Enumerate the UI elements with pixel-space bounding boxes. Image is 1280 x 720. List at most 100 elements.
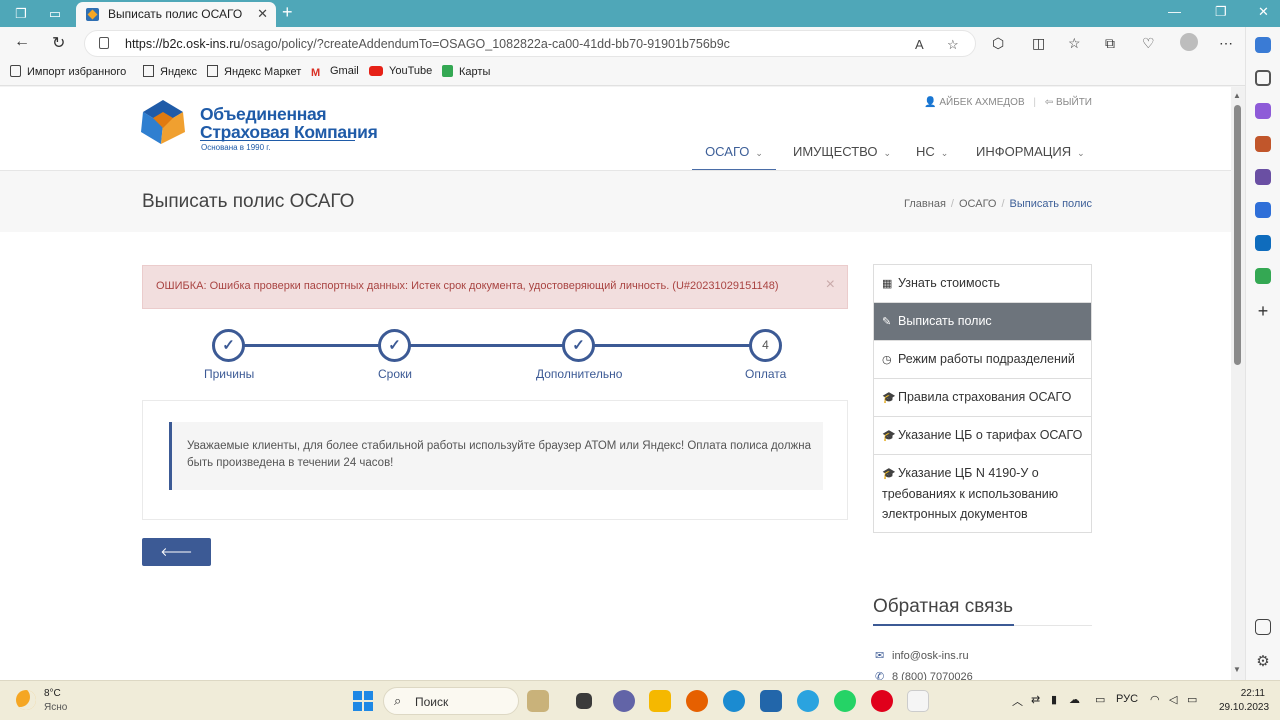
company-logo[interactable]: Объединенная Страховая Компания Основана…	[137, 96, 378, 156]
bookmark-yandex[interactable]: Яндекс	[143, 65, 197, 78]
start-button[interactable]	[353, 691, 373, 711]
weather-temp[interactable]: 8°C	[44, 688, 61, 699]
itunes-icon[interactable]	[907, 690, 929, 712]
wifi-icon[interactable]: ◠	[1150, 693, 1160, 706]
copilot-icon[interactable]	[1255, 37, 1271, 53]
tray-stats-icon[interactable]: ▮	[1051, 693, 1057, 706]
language-indicator[interactable]: РУС	[1116, 693, 1138, 705]
whatsapp-icon[interactable]	[834, 690, 856, 712]
step-2-check-icon[interactable]: ✓	[378, 329, 411, 362]
games-icon[interactable]	[1255, 169, 1271, 185]
tray-overflow-icon[interactable]: ︿	[1012, 693, 1023, 709]
close-window-icon[interactable]: ✕	[1258, 4, 1269, 20]
new-tab-icon[interactable]: +	[282, 2, 293, 23]
tab-close-icon[interactable]: ✕	[257, 6, 268, 22]
sidemenu-item-hours[interactable]: ◷ Режим работы подразделений	[874, 341, 1091, 379]
taskbar-search[interactable]: ⌕ Поиск	[383, 687, 519, 715]
collections-icon[interactable]: ⧉	[1105, 35, 1115, 52]
chevron-down-icon: ⌄	[940, 148, 949, 158]
breadcrumb-home[interactable]: Главная	[904, 198, 946, 210]
chat-app-icon[interactable]	[613, 690, 635, 712]
extensions-icon[interactable]: ⬡	[992, 35, 1004, 52]
nav-osago[interactable]: ОСАГО ⌄	[692, 133, 776, 171]
widgets-app-icon[interactable]	[527, 690, 549, 712]
step-4-number[interactable]: 4	[749, 329, 782, 362]
scroll-down-icon[interactable]: ▼	[1233, 665, 1241, 674]
maximize-icon[interactable]: ❐	[1215, 4, 1227, 20]
favorites-icon[interactable]: ☆	[1068, 35, 1081, 52]
task-view-icon[interactable]	[576, 693, 592, 709]
browser-essentials-icon[interactable]: ♡	[1142, 35, 1155, 52]
profile-avatar[interactable]	[1180, 33, 1198, 51]
bookmark-youtube[interactable]: YouTube	[369, 65, 432, 77]
clock-time: 22:11	[1240, 688, 1265, 699]
settings-icon[interactable]: ⚙	[1255, 654, 1271, 670]
edge-icon[interactable]	[723, 690, 745, 712]
tab-actions-icon[interactable]: ▭	[46, 5, 64, 23]
tab-title: Выписать полис ОСАГО	[108, 7, 243, 21]
tray-app-icon[interactable]: ⇄	[1031, 693, 1040, 706]
step-3-check-icon[interactable]: ✓	[562, 329, 595, 362]
back-button[interactable]: 🡐 Назад	[142, 538, 211, 587]
nav-ns[interactable]: НС ⌄	[916, 133, 948, 171]
step-1-check-icon[interactable]: ✓	[212, 329, 245, 362]
m365-icon[interactable]	[1255, 202, 1271, 218]
favorite-star-icon[interactable]: ☆	[947, 37, 959, 53]
nav-info[interactable]: ИНФОРМАЦИЯ ⌄	[976, 133, 1085, 171]
page-scrollbar[interactable]: ▲ ▼	[1231, 87, 1245, 680]
step-4-label: Оплата	[745, 367, 787, 381]
minimize-icon[interactable]: —	[1168, 4, 1181, 19]
split-screen-icon[interactable]: ◫	[1032, 35, 1045, 52]
outlook-icon[interactable]	[1255, 235, 1271, 251]
alert-close-icon[interactable]: ×	[826, 276, 835, 294]
breadcrumb-osago[interactable]: ОСАГО	[959, 198, 997, 210]
logout-link[interactable]: ВЫЙТИ	[1056, 97, 1092, 108]
taskbar: 8°C Ясно ⌕ Поиск ︿ ⇄ ▮ ☁ ▭ РУС ◠ ◁ ▭ 22:…	[0, 680, 1280, 720]
add-sidebar-app-icon[interactable]: +	[1255, 302, 1271, 320]
contact-phone[interactable]: ✆ 8 (800) 7070026	[875, 670, 973, 680]
file-explorer-icon[interactable]	[649, 690, 671, 712]
tab-active[interactable]: Выписать полис ОСАГО ✕	[76, 2, 276, 27]
bookmark-yandex-market[interactable]: Яндекс Маркет	[207, 65, 301, 78]
hide-sidebar-icon[interactable]	[1255, 619, 1271, 635]
telegram-icon[interactable]	[797, 690, 819, 712]
scroll-up-icon[interactable]: ▲	[1233, 91, 1241, 100]
display-icon[interactable]: ▭	[1095, 693, 1105, 706]
bookmark-maps[interactable]: Карты	[442, 65, 490, 78]
drop-icon[interactable]	[1255, 268, 1271, 284]
more-menu-icon[interactable]: ⋯	[1219, 35, 1233, 52]
tools-icon[interactable]	[1255, 136, 1271, 152]
user-icon: 👤	[924, 97, 937, 108]
sidemenu-item-edocs[interactable]: 🎓 Указание ЦБ N 4190-У о требованиях к ис…	[874, 455, 1091, 532]
user-name-link[interactable]: АЙБЕК АХМЕДОВ	[939, 97, 1024, 108]
sidemenu-item-rules[interactable]: 🎓 Правила страхования ОСАГО	[874, 379, 1091, 417]
bookmark-gmail[interactable]: M Gmail	[311, 65, 359, 79]
info-callout: Уважаемые клиенты, для более стабильной …	[169, 422, 823, 490]
moon-icon[interactable]	[16, 690, 36, 710]
sidemenu-item-price[interactable]: ▦ Узнать стоимость	[874, 265, 1091, 303]
battery-icon[interactable]: ▭	[1187, 693, 1197, 706]
search-sidebar-icon[interactable]	[1255, 70, 1271, 86]
workspaces-icon[interactable]: ❐	[12, 5, 30, 23]
onedrive-icon[interactable]: ☁	[1069, 693, 1080, 706]
lock-icon	[99, 37, 109, 49]
volume-icon[interactable]: ◁	[1169, 693, 1177, 706]
refresh-icon[interactable]: ↻	[52, 33, 65, 53]
sidemenu-item-tariffs[interactable]: 🎓 Указание ЦБ о тарифах ОСАГО	[874, 417, 1091, 455]
page-title-bar: Выписать полис ОСАГО Главная / ОСАГО / Выпис…	[0, 170, 1231, 232]
scroll-thumb[interactable]	[1234, 105, 1241, 365]
system-clock[interactable]: 22:11 29.10.2023	[1219, 687, 1269, 715]
back-icon[interactable]: ←	[14, 33, 30, 51]
chevron-down-icon: ⌄	[1077, 148, 1085, 158]
weather-desc[interactable]: Ясно	[44, 702, 67, 713]
nav-property[interactable]: ИМУЩЕСТВО ⌄	[793, 133, 891, 171]
bookmark-import[interactable]: Импорт избранного	[10, 65, 126, 78]
opera-icon[interactable]	[871, 690, 893, 712]
contact-email[interactable]: ✉ info@osk-ins.ru	[875, 649, 969, 662]
firefox-icon[interactable]	[686, 690, 708, 712]
store-icon[interactable]	[760, 690, 782, 712]
url-field[interactable]: https://b2c.osk-ins.ru/osago/policy/?cre…	[84, 30, 976, 57]
read-aloud-icon[interactable]: A	[915, 37, 924, 52]
shopping-icon[interactable]	[1255, 103, 1271, 119]
sidemenu-item-issue-policy[interactable]: ✎ Выписать полис	[874, 303, 1091, 341]
